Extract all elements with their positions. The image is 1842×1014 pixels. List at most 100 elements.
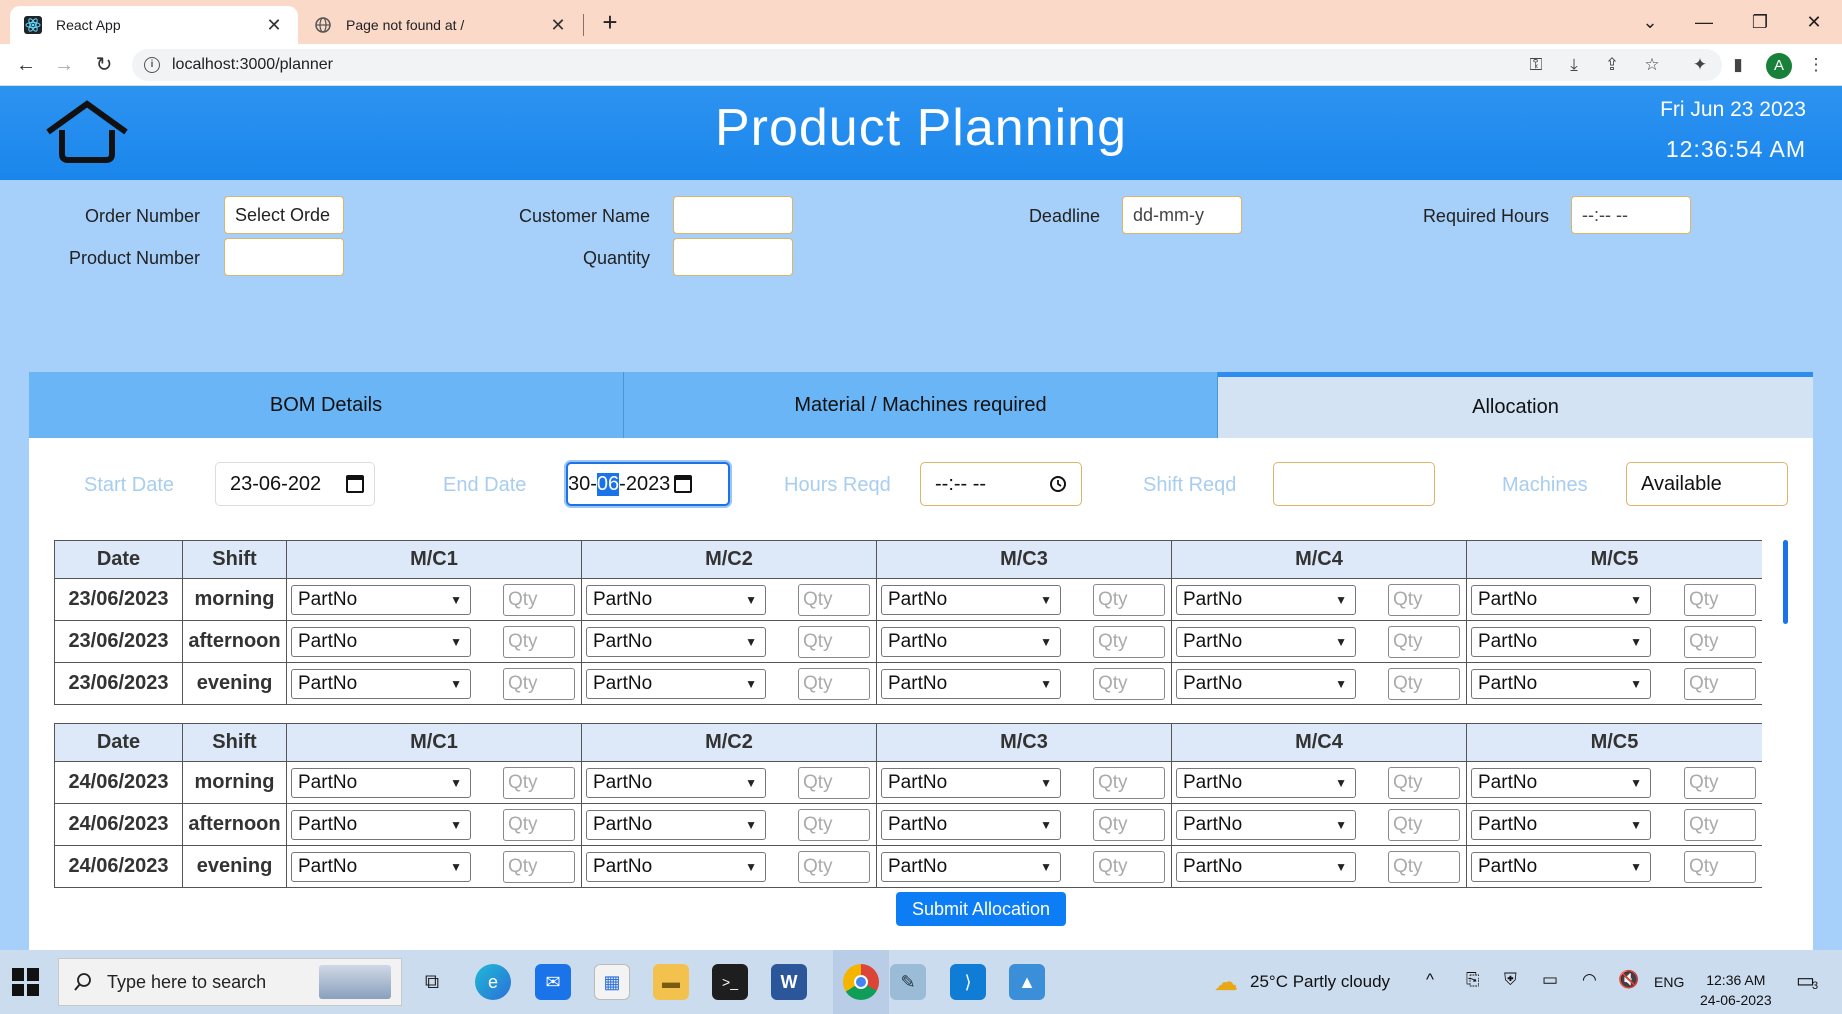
task-view-icon[interactable]: ⧉ [414, 964, 450, 1000]
terminal-icon[interactable]: >_ [712, 964, 748, 1000]
part-number-select[interactable]: PartNo ▼ [586, 809, 766, 840]
deadline-date-field[interactable]: dd-mm-y [1122, 196, 1242, 234]
new-tab-button[interactable]: + [598, 8, 622, 36]
qty-input[interactable]: Qty [798, 766, 870, 799]
weather-text[interactable]: 25°C Partly cloudy [1250, 972, 1390, 992]
part-number-select[interactable]: PartNo ▼ [1176, 668, 1356, 699]
part-number-select[interactable]: PartNo ▼ [1176, 626, 1356, 657]
qty-input[interactable]: Qty [798, 850, 870, 883]
qty-input[interactable]: Qty [503, 667, 575, 700]
qty-input[interactable]: Qty [1093, 808, 1165, 841]
key-icon[interactable]: ⚿ [1524, 53, 1548, 77]
part-number-select[interactable]: PartNo ▼ [291, 584, 471, 615]
calendar-icon[interactable] [674, 475, 693, 493]
qty-input[interactable]: Qty [1388, 583, 1460, 616]
qty-input[interactable]: Qty [1388, 766, 1460, 799]
qty-input[interactable]: Qty [1684, 850, 1756, 883]
close-window-button[interactable]: ✕ [1796, 8, 1832, 36]
edge-browser-icon[interactable]: e [475, 964, 511, 1000]
close-tab-icon[interactable]: ✕ [548, 15, 568, 36]
part-number-select[interactable]: PartNo ▼ [586, 584, 766, 615]
part-number-select[interactable]: PartNo ▼ [1176, 809, 1356, 840]
qty-input[interactable]: Qty [503, 583, 575, 616]
wifi-icon[interactable]: ◠ [1582, 970, 1597, 990]
machines-field[interactable]: Available [1626, 462, 1788, 506]
site-info-icon[interactable]: i [144, 57, 160, 73]
word-icon[interactable]: W [771, 964, 807, 1000]
back-arrow-icon[interactable]: ← [12, 51, 40, 79]
vscode-icon[interactable]: ⟩ [950, 964, 986, 1000]
qty-input[interactable]: Qty [503, 625, 575, 658]
part-number-select[interactable]: PartNo ▼ [1176, 851, 1356, 882]
language-indicator[interactable]: ENG [1654, 974, 1684, 990]
start-date-field[interactable]: 23-06-202 [215, 462, 375, 506]
qty-input[interactable]: Qty [798, 583, 870, 616]
part-number-select[interactable]: PartNo ▼ [291, 626, 471, 657]
part-number-select[interactable]: PartNo ▼ [291, 809, 471, 840]
customer-name-field[interactable] [673, 196, 793, 234]
part-number-select[interactable]: PartNo ▼ [586, 851, 766, 882]
taskbar-clock[interactable]: 12:36 AM 24-06-2023 [1700, 970, 1772, 1010]
required-hours-field[interactable]: --:-- -- [1571, 196, 1691, 234]
qty-input[interactable]: Qty [1093, 583, 1165, 616]
qty-input[interactable]: Qty [1093, 766, 1165, 799]
qty-input[interactable]: Qty [1093, 625, 1165, 658]
part-number-select[interactable]: PartNo ▼ [881, 809, 1061, 840]
qty-input[interactable]: Qty [503, 808, 575, 841]
hours-reqd-field[interactable]: --:-- -- [920, 462, 1082, 506]
order-number-select[interactable]: Select Orde [224, 196, 344, 234]
end-date-field[interactable]: 30- 06 -2023 [566, 462, 730, 506]
part-number-select[interactable]: PartNo ▼ [291, 668, 471, 699]
qty-input[interactable]: Qty [1388, 667, 1460, 700]
windows-start-icon[interactable] [12, 968, 40, 996]
part-number-select[interactable]: PartNo ▼ [1471, 584, 1651, 615]
restore-button[interactable]: ❐ [1742, 8, 1778, 36]
qty-input[interactable]: Qty [1093, 850, 1165, 883]
browser-tab-react-app[interactable]: React App ✕ [10, 6, 298, 44]
store-icon[interactable]: ▦ [594, 964, 630, 1000]
chrome-icon[interactable] [843, 964, 879, 1000]
qty-input[interactable]: Qty [1684, 583, 1756, 616]
part-number-select[interactable]: PartNo ▼ [1176, 584, 1356, 615]
part-number-select[interactable]: PartNo ▼ [586, 668, 766, 699]
qty-input[interactable]: Qty [1388, 808, 1460, 841]
qty-input[interactable]: Qty [503, 850, 575, 883]
mail-icon[interactable]: ✉ [535, 964, 571, 1000]
qty-input[interactable]: Qty [1388, 625, 1460, 658]
quantity-field[interactable] [673, 238, 793, 276]
part-number-select[interactable]: PartNo ▼ [1471, 809, 1651, 840]
part-number-select[interactable]: PartNo ▼ [881, 851, 1061, 882]
calendar-icon[interactable] [346, 475, 364, 493]
tab-allocation[interactable]: Allocation [1218, 372, 1813, 438]
qty-input[interactable]: Qty [1684, 667, 1756, 700]
tab-material-machines[interactable]: Material / Machines required [624, 372, 1218, 438]
part-number-select[interactable]: PartNo ▼ [881, 767, 1061, 798]
forward-arrow-icon[interactable]: → [50, 51, 78, 79]
part-number-select[interactable]: PartNo ▼ [881, 584, 1061, 615]
share-icon[interactable]: ⇪ [1600, 53, 1624, 77]
battery-icon[interactable]: ▭ [1542, 970, 1558, 990]
qty-input[interactable]: Qty [1093, 667, 1165, 700]
qty-input[interactable]: Qty [798, 808, 870, 841]
part-number-select[interactable]: PartNo ▼ [1471, 767, 1651, 798]
qty-input[interactable]: Qty [1684, 625, 1756, 658]
weather-icon[interactable]: ☁ [1208, 964, 1244, 1000]
part-number-select[interactable]: PartNo ▼ [586, 626, 766, 657]
qty-input[interactable]: Qty [798, 625, 870, 658]
qty-input[interactable]: Qty [1684, 766, 1756, 799]
submit-allocation-button[interactable]: Submit Allocation [896, 892, 1066, 926]
defender-icon[interactable]: ⛨ [1504, 970, 1517, 990]
part-number-select[interactable]: PartNo ▼ [291, 767, 471, 798]
part-number-select[interactable]: PartNo ▼ [1471, 626, 1651, 657]
reload-icon[interactable]: ↻ [90, 51, 118, 79]
show-hidden-icons-chevron-icon[interactable]: ^ [1426, 970, 1434, 990]
photos-icon[interactable]: ▲ [1009, 964, 1045, 1000]
shift-reqd-field[interactable] [1273, 462, 1435, 506]
address-bar[interactable]: i localhost:3000/planner [132, 49, 1722, 81]
part-number-select[interactable]: PartNo ▼ [1471, 851, 1651, 882]
part-number-select[interactable]: PartNo ▼ [586, 767, 766, 798]
tab-search-chevron-icon[interactable]: ⌄ [1632, 8, 1668, 36]
part-number-select[interactable]: PartNo ▼ [881, 668, 1061, 699]
part-number-select[interactable]: PartNo ▼ [881, 626, 1061, 657]
part-number-select[interactable]: PartNo ▼ [1176, 767, 1356, 798]
